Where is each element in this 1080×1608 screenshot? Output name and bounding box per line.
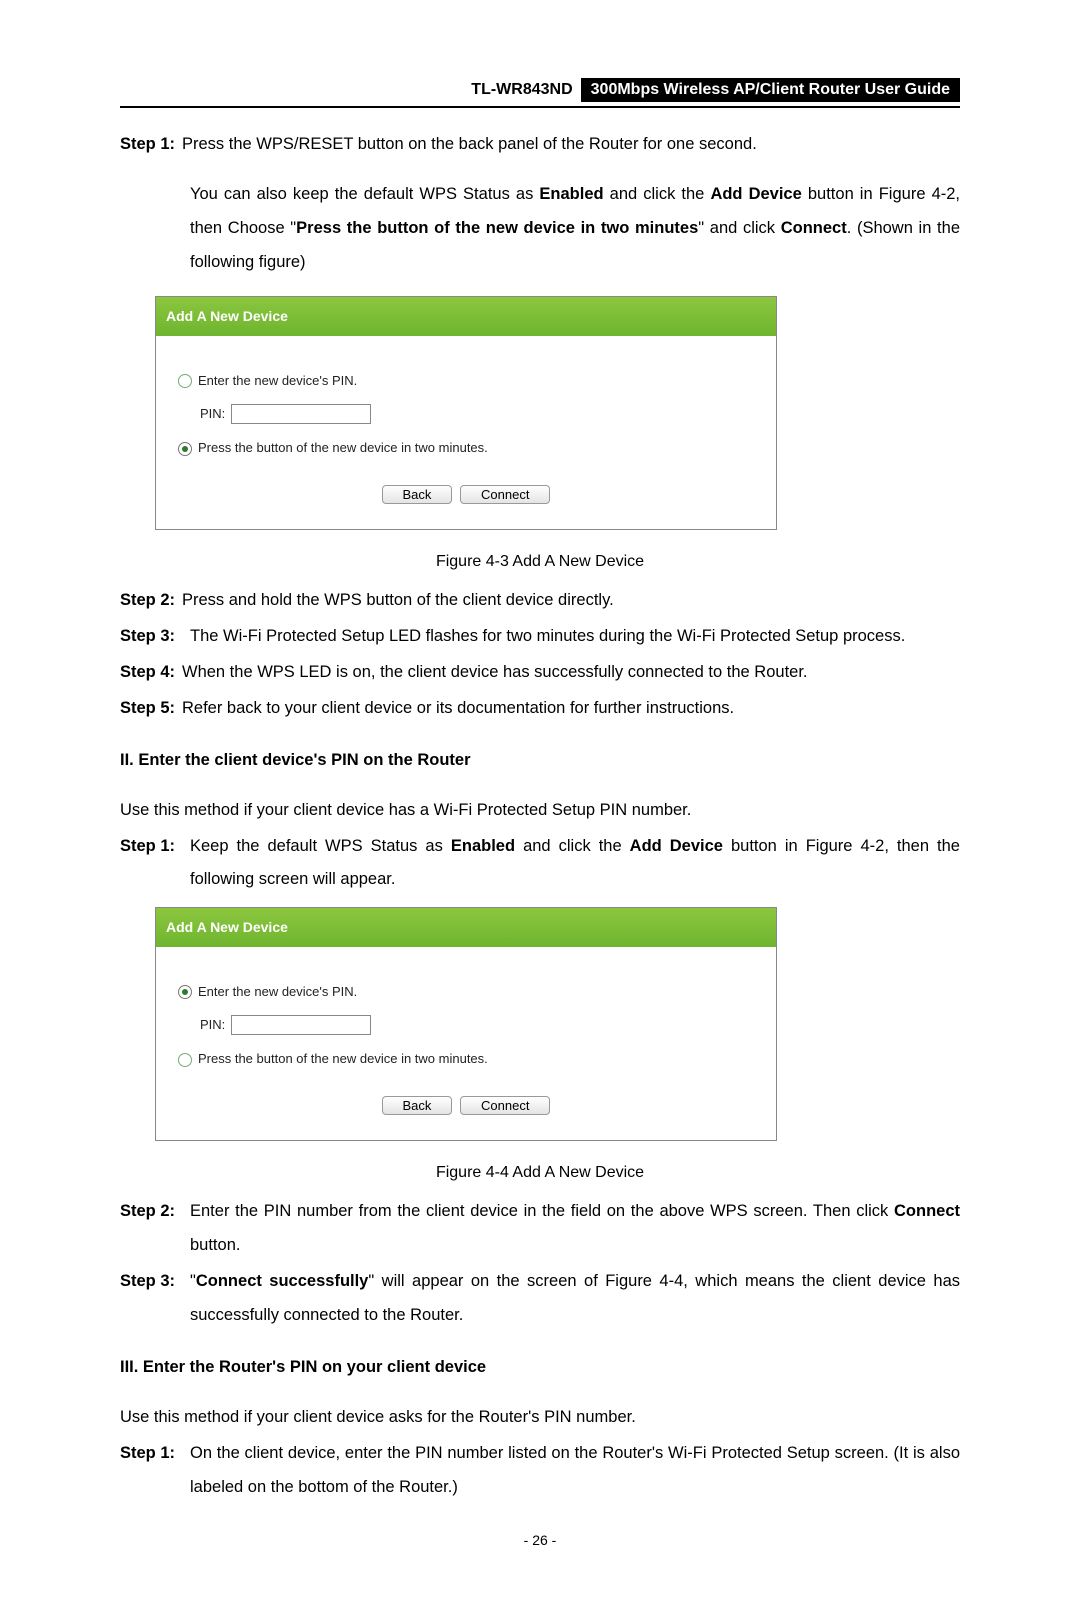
pin-input[interactable] <box>231 404 371 424</box>
section-iii-step-1: Step 1: On the client device, enter the … <box>120 1437 960 1505</box>
back-button[interactable]: Back <box>382 1096 453 1115</box>
panel-title: Add A New Device <box>156 297 776 336</box>
step-4: Step 4:When the WPS LED is on, the clien… <box>120 656 960 690</box>
step-1-continued: You can also keep the default WPS Status… <box>190 178 960 279</box>
add-device-panel-2: Add A New Device Enter the new device's … <box>155 907 777 1140</box>
pin-label: PIN: <box>200 1012 225 1039</box>
section-ii-heading: II. Enter the client device's PIN on the… <box>120 744 960 778</box>
section-iii-intro: Use this method if your client device as… <box>120 1401 960 1435</box>
radio-press-button[interactable]: Press the button of the new device in tw… <box>178 433 754 464</box>
radio-icon <box>178 374 192 388</box>
radio-enter-pin[interactable]: Enter the new device's PIN. <box>178 977 754 1008</box>
pin-label: PIN: <box>200 401 225 428</box>
model-label: TL-WR843ND <box>463 78 580 102</box>
connect-button[interactable]: Connect <box>460 1096 550 1115</box>
radio-icon <box>178 442 192 456</box>
section-ii-step-3: Step 3: "Connect successfully" will appe… <box>120 1265 960 1333</box>
step-1: Step 1:Press the WPS/RESET button on the… <box>120 128 960 162</box>
figure-4-4-caption: Figure 4-4 Add A New Device <box>120 1157 960 1190</box>
add-device-panel-1: Add A New Device Enter the new device's … <box>155 296 777 529</box>
radio-press-button[interactable]: Press the button of the new device in tw… <box>178 1044 754 1075</box>
header-rule <box>120 106 960 108</box>
radio-icon <box>178 985 192 999</box>
pin-row: PIN: <box>178 1008 754 1045</box>
step-2: Step 2:Press and hold the WPS button of … <box>120 584 960 618</box>
pin-row: PIN: <box>178 397 754 434</box>
guide-title: 300Mbps Wireless AP/Client Router User G… <box>581 78 960 102</box>
radio-icon <box>178 1053 192 1067</box>
figure-4-3-caption: Figure 4-3 Add A New Device <box>120 546 960 579</box>
section-ii-intro: Use this method if your client device ha… <box>120 794 960 828</box>
back-button[interactable]: Back <box>382 485 453 504</box>
section-ii-step-1: Step 1: Keep the default WPS Status as E… <box>120 830 960 898</box>
step-3: Step 3:The Wi-Fi Protected Setup LED fla… <box>120 620 960 654</box>
panel-title: Add A New Device <box>156 908 776 947</box>
page-header: TL-WR843ND300Mbps Wireless AP/Client Rou… <box>120 78 960 102</box>
section-ii-step-2: Step 2: Enter the PIN number from the cl… <box>120 1195 960 1263</box>
page-number: - 26 - <box>120 1532 960 1548</box>
radio-enter-pin[interactable]: Enter the new device's PIN. <box>178 366 754 397</box>
step-5: Step 5:Refer back to your client device … <box>120 692 960 726</box>
connect-button[interactable]: Connect <box>460 485 550 504</box>
pin-input[interactable] <box>231 1015 371 1035</box>
section-iii-heading: III. Enter the Router's PIN on your clie… <box>120 1351 960 1385</box>
